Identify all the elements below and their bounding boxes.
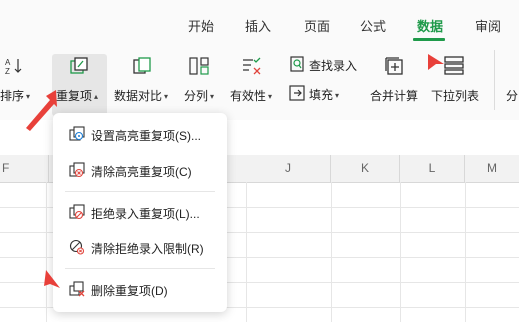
- menu-item-label: 删除重复项(D): [91, 284, 168, 298]
- duplicates-icon: [70, 57, 88, 74]
- validity-label: 有效性: [230, 89, 267, 103]
- tab-formula[interactable]: 公式: [360, 16, 386, 35]
- menu-item-delete-duplicates[interactable]: 删除重复项(D): [61, 274, 219, 304]
- tab-data[interactable]: 数据: [417, 16, 443, 35]
- menu-item-label: 清除拒绝录入限制(R): [91, 242, 204, 256]
- compare-icon: [133, 57, 151, 74]
- split-column-icon: [189, 57, 209, 75]
- active-tab-underline: [413, 38, 445, 41]
- dropdown-list-label: 下拉列表: [431, 89, 480, 103]
- merge-calc-label: 合并计算: [370, 89, 419, 103]
- svg-text:Z: Z: [5, 67, 10, 76]
- sort-icon: A Z: [5, 58, 22, 76]
- menu-item-highlight-duplicates[interactable]: 设置高亮重复项(S)...: [61, 119, 219, 149]
- chevron-up-icon: ▴: [94, 92, 99, 102]
- sort-label: 排序: [0, 89, 25, 103]
- grid-line: [246, 182, 247, 322]
- find-entry-label: 查找录入: [309, 59, 358, 73]
- duplicates-button[interactable]: 重复项 ▴: [52, 42, 107, 118]
- data-compare-button[interactable]: 数据对比 ▾: [112, 42, 174, 118]
- duplicates-label: 重复项: [56, 89, 93, 103]
- duplicates-menu: 设置高亮重复项(S)... 清除高亮重复项(C) 拒绝录入重复项(L)... 清…: [53, 113, 227, 312]
- menu-item-clear-restriction[interactable]: 清除拒绝录入限制(R): [61, 232, 219, 262]
- merge-calc-button[interactable]: 合并计算: [366, 42, 422, 118]
- annotation-arrow: [428, 54, 444, 70]
- annotation-arrow: [26, 90, 57, 131]
- split-column-button[interactable]: 分列 ▾: [180, 42, 220, 118]
- column-header[interactable]: J: [246, 155, 331, 182]
- tab-insert[interactable]: 插入: [245, 16, 271, 35]
- grid-line: [400, 182, 401, 322]
- menu-item-clear-highlight[interactable]: 清除高亮重复项(C): [61, 155, 219, 185]
- menu-item-label: 清除高亮重复项(C): [91, 165, 192, 179]
- find-entry-icon: [290, 56, 304, 72]
- tab-home[interactable]: 开始: [188, 16, 214, 35]
- partial-ribbon-label[interactable]: 分: [506, 87, 518, 104]
- tab-page[interactable]: 页面: [304, 16, 330, 35]
- grid-line: [465, 182, 466, 322]
- svg-text:A: A: [5, 58, 11, 67]
- clear-highlight-icon: [69, 162, 85, 178]
- highlight-duplicates-icon: [69, 126, 85, 141]
- grid-line: [331, 182, 332, 322]
- validity-icon: [243, 57, 261, 75]
- find-entry-button[interactable]: 查找录入: [287, 54, 359, 80]
- column-header[interactable]: L: [400, 155, 465, 182]
- column-header[interactable]: M: [465, 155, 519, 182]
- compare-label: 数据对比: [114, 89, 163, 103]
- menu-item-label: 拒绝录入重复项(L)...: [91, 207, 200, 221]
- reject-duplicates-icon: [69, 204, 85, 220]
- merge-calc-icon: [385, 57, 403, 75]
- chevron-down-icon: ▾: [268, 92, 273, 102]
- ribbon-tab-bar: 开始 插入 页面 公式 数据 审阅: [0, 0, 519, 42]
- column-header[interactable]: K: [331, 155, 400, 182]
- tab-review[interactable]: 审阅: [475, 16, 501, 35]
- clear-restriction-icon: [69, 239, 85, 255]
- menu-item-reject-duplicates[interactable]: 拒绝录入重复项(L)...: [61, 197, 219, 227]
- menu-item-label: 设置高亮重复项(S)...: [91, 129, 201, 143]
- annotation-arrow: [44, 270, 60, 288]
- split-label: 分列: [184, 89, 209, 103]
- validity-button[interactable]: 有效性 ▾: [227, 42, 275, 118]
- chevron-down-icon: ▾: [210, 92, 215, 102]
- chevron-down-icon: ▾: [335, 91, 340, 101]
- grid-line: [46, 182, 47, 322]
- fill-icon: [289, 85, 305, 101]
- fill-label: 填充: [309, 88, 334, 102]
- menu-divider: [65, 191, 215, 192]
- fill-button[interactable]: 填充 ▾: [287, 82, 357, 108]
- ribbon-separator: [494, 50, 495, 110]
- delete-duplicates-icon: [69, 281, 85, 297]
- column-header[interactable]: F: [0, 155, 49, 182]
- chevron-down-icon: ▾: [164, 92, 169, 102]
- menu-divider: [65, 268, 215, 269]
